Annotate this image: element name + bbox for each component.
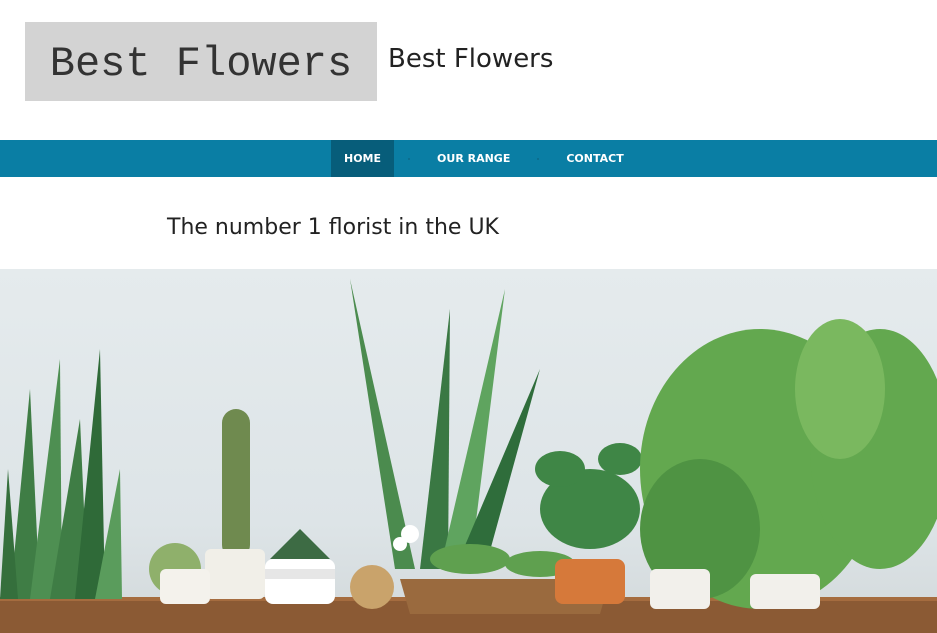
houseplants-illustration [0,279,937,633]
logo[interactable]: Best Flowers [25,22,377,101]
nav-item-home[interactable]: HOME [331,140,395,177]
hero-image [0,269,937,633]
nav-list: HOME OUR RANGE CONTACT [331,140,637,177]
logo-text: Best Flowers [49,39,353,88]
nav-item-our-range[interactable]: OUR RANGE [424,140,523,177]
nav-separator [408,157,411,160]
page-tagline: The number 1 florist in the UK [167,215,499,240]
nav-separator [537,157,540,160]
main-navigation: HOME OUR RANGE CONTACT [0,140,937,177]
site-name: Best Flowers [388,44,554,74]
nav-item-contact[interactable]: CONTACT [553,140,636,177]
